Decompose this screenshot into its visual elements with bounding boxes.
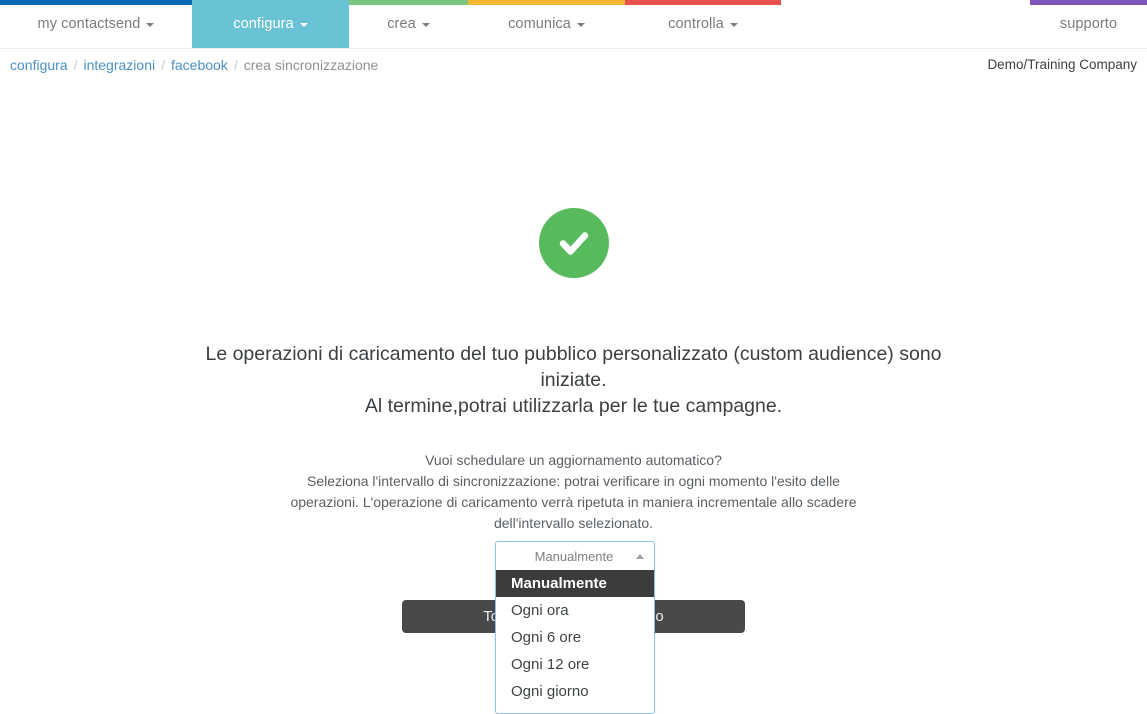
chevron-down-icon xyxy=(729,23,738,27)
status-icon-wrap xyxy=(0,208,1147,278)
sync-interval-options-list[interactable]: Manualmente Ogni ora Ogni 6 ore Ogni 12 ore… xyxy=(496,570,654,713)
headline-line-1: Le operazioni di caricamento del tuo pub… xyxy=(205,343,942,391)
nav-item-label: my contactsend xyxy=(37,16,141,32)
page-title: Le operazioni di caricamento del tuo pub… xyxy=(194,341,954,419)
top-navigation-bar: my contactsend configura crea comunica contr… xyxy=(0,0,1147,49)
nav-item-label: controlla xyxy=(668,16,724,32)
success-check-icon xyxy=(538,208,609,278)
nav-item-label: supporto xyxy=(1059,16,1118,32)
breadcrumb-separator: / xyxy=(233,57,238,73)
nav-item-my-contactsend[interactable]: my contactsend xyxy=(0,0,192,48)
nav-item-label: crea xyxy=(387,16,416,32)
caret-up-icon xyxy=(636,553,644,559)
headline-line-2: Al termine,potrai utilizzarla per le tue… xyxy=(364,395,783,417)
breadcrumb-item-configura[interactable]: configura xyxy=(10,57,68,73)
company-name-label: Demo/Training Company xyxy=(987,57,1137,72)
sync-interval-selected-value: Manualmente xyxy=(534,548,614,564)
chevron-down-icon xyxy=(421,23,430,27)
subtext-line-1: Vuoi schedulare un aggiornamento automat… xyxy=(425,452,722,468)
breadcrumb-item-facebook[interactable]: facebook xyxy=(171,57,228,73)
nav-item-controlla[interactable]: controlla xyxy=(625,0,781,48)
schedule-description: Vuoi schedulare un aggiornamento automat… xyxy=(274,450,874,534)
nav-item-comunica[interactable]: comunica xyxy=(468,0,625,48)
breadcrumb-item-integrazioni[interactable]: integrazioni xyxy=(83,57,155,73)
dropdown-option-ogni-giorno[interactable]: Ogni giorno xyxy=(496,678,654,705)
breadcrumb-separator: / xyxy=(73,57,78,73)
dropdown-option-ogni-ora[interactable]: Ogni ora xyxy=(496,597,654,624)
chevron-down-icon xyxy=(299,23,308,27)
breadcrumb-separator: / xyxy=(161,57,165,73)
dropdown-option-ogni-6-ore[interactable]: Ogni 6 ore xyxy=(496,624,654,651)
breadcrumb-item-crea-sincronizzazione: crea sincronizzazione xyxy=(243,57,379,73)
dropdown-option-manualmente[interactable]: Manualmente xyxy=(496,570,654,597)
nav-item-configura[interactable]: configura xyxy=(192,0,349,48)
chevron-down-icon xyxy=(576,23,585,27)
chevron-down-icon xyxy=(146,23,155,27)
sync-interval-dropdown-toggle[interactable]: Manualmente xyxy=(496,542,654,570)
breadcrumb: configura / integrazioni / facebook / crea sin… xyxy=(10,57,378,73)
nav-item-label: configura xyxy=(233,16,294,32)
dropdown-option-ogni-12-ore[interactable]: Ogni 12 ore xyxy=(496,651,654,678)
main-content: Le operazioni di caricamento del tuo pub… xyxy=(0,83,1147,714)
sync-interval-dropdown[interactable]: Manualmente Manualmente Ogni ora Ogni 6 or… xyxy=(495,541,655,714)
nav-item-supporto[interactable]: supporto xyxy=(1030,0,1147,48)
nav-item-crea[interactable]: crea xyxy=(349,0,468,48)
nav-item-label: comunica xyxy=(508,16,571,32)
subtext-line-2: Seleziona l'intervallo di sincronizzazio… xyxy=(290,473,857,531)
breadcrumb-row: configura / integrazioni / facebook / crea sin… xyxy=(0,49,1147,83)
